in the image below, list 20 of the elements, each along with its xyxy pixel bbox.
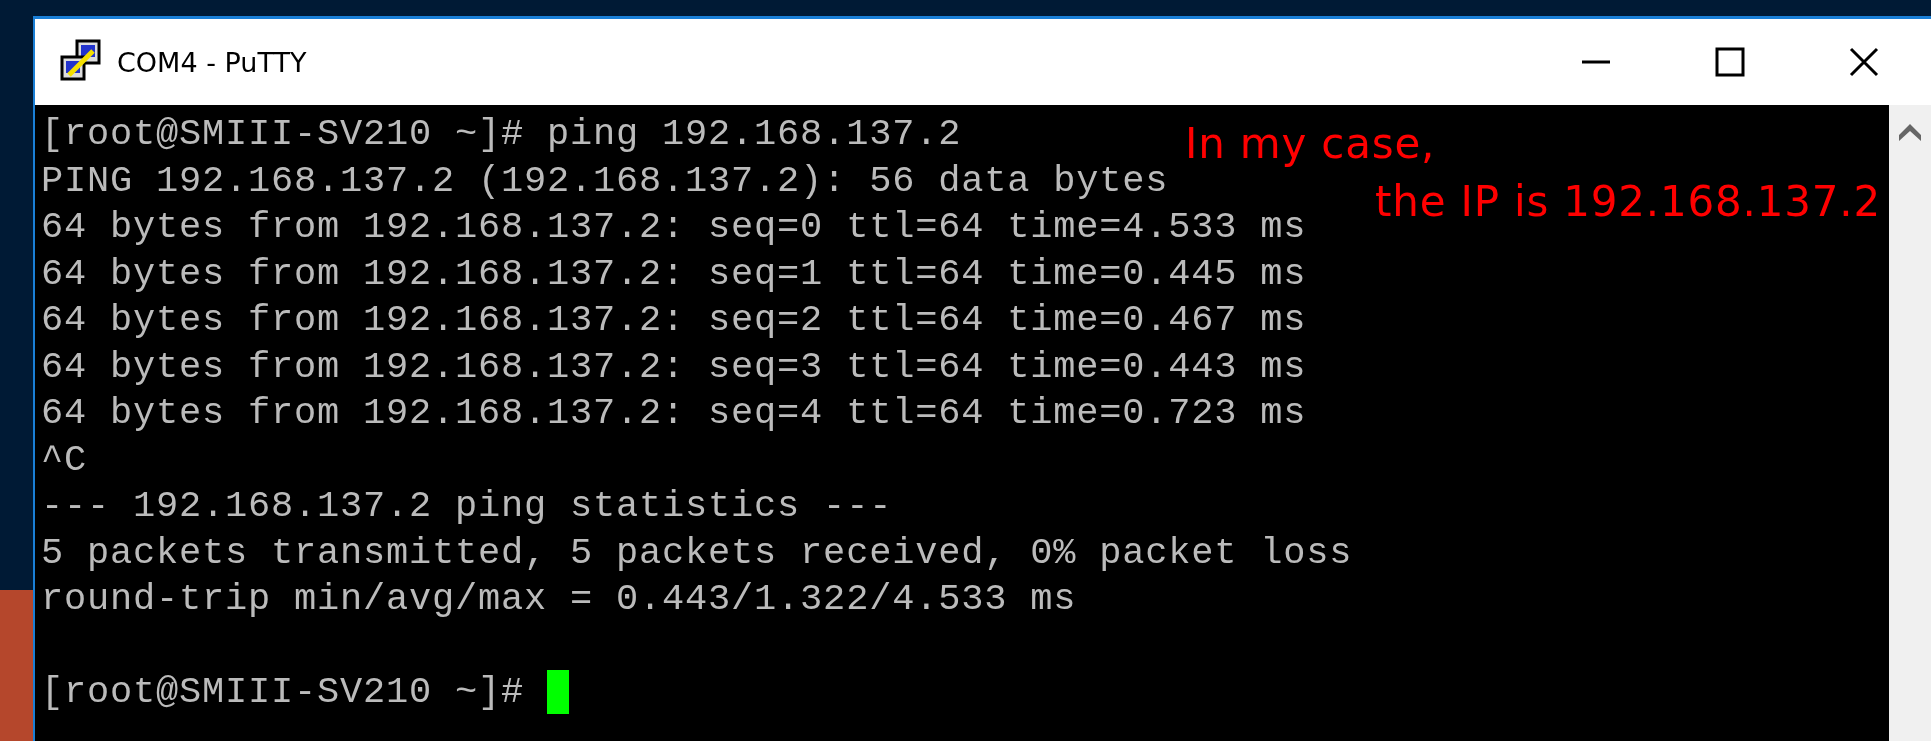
terminal-line: --- 192.168.137.2 ping statistics --- bbox=[41, 484, 893, 529]
terminal-line: 64 bytes from 192.168.137.2: seq=2 ttl=64 time=0.467 ms bbox=[41, 298, 1307, 343]
terminal-line: [root@SMIII-SV210 ~]# bbox=[41, 670, 526, 715]
close-icon bbox=[1849, 47, 1879, 77]
terminal-line: 5 packets transmitted, 5 packets received, 0% packet loss bbox=[41, 530, 1353, 576]
terminal-line: round-trip min/avg/max = 0.443/1.322/4.533 ms bbox=[41, 577, 1077, 622]
maximize-icon bbox=[1715, 47, 1745, 77]
scrollbar[interactable] bbox=[1889, 105, 1931, 741]
minimize-icon bbox=[1581, 60, 1611, 64]
terminal-line: ^C bbox=[41, 437, 87, 483]
window-title: COM4 - PuTTY bbox=[117, 46, 307, 78]
scroll-up-arrow-icon[interactable] bbox=[1899, 123, 1921, 141]
annotation-text: In my case, bbox=[1185, 118, 1436, 170]
terminal-line: 64 bytes from 192.168.137.2: seq=3 ttl=64 time=0.443 ms bbox=[41, 344, 1307, 390]
terminal-line: 64 bytes from 192.168.137.2: seq=0 ttl=64 time=4.533 ms bbox=[41, 205, 1307, 250]
terminal-line: 64 bytes from 192.168.137.2: seq=4 ttl=64 time=0.723 ms bbox=[41, 391, 1307, 436]
terminal-line: [root@SMIII-SV210 ~]# ping 192.168.137.2 bbox=[41, 112, 962, 157]
annotation-text: the IP is 192.168.137.2 bbox=[1375, 176, 1881, 228]
terminal-line: PING 192.168.137.2 (192.168.137.2): 56 data bytes bbox=[41, 158, 1169, 204]
terminal-line: 64 bytes from 192.168.137.2: seq=1 ttl=64 time=0.445 ms bbox=[41, 251, 1307, 297]
